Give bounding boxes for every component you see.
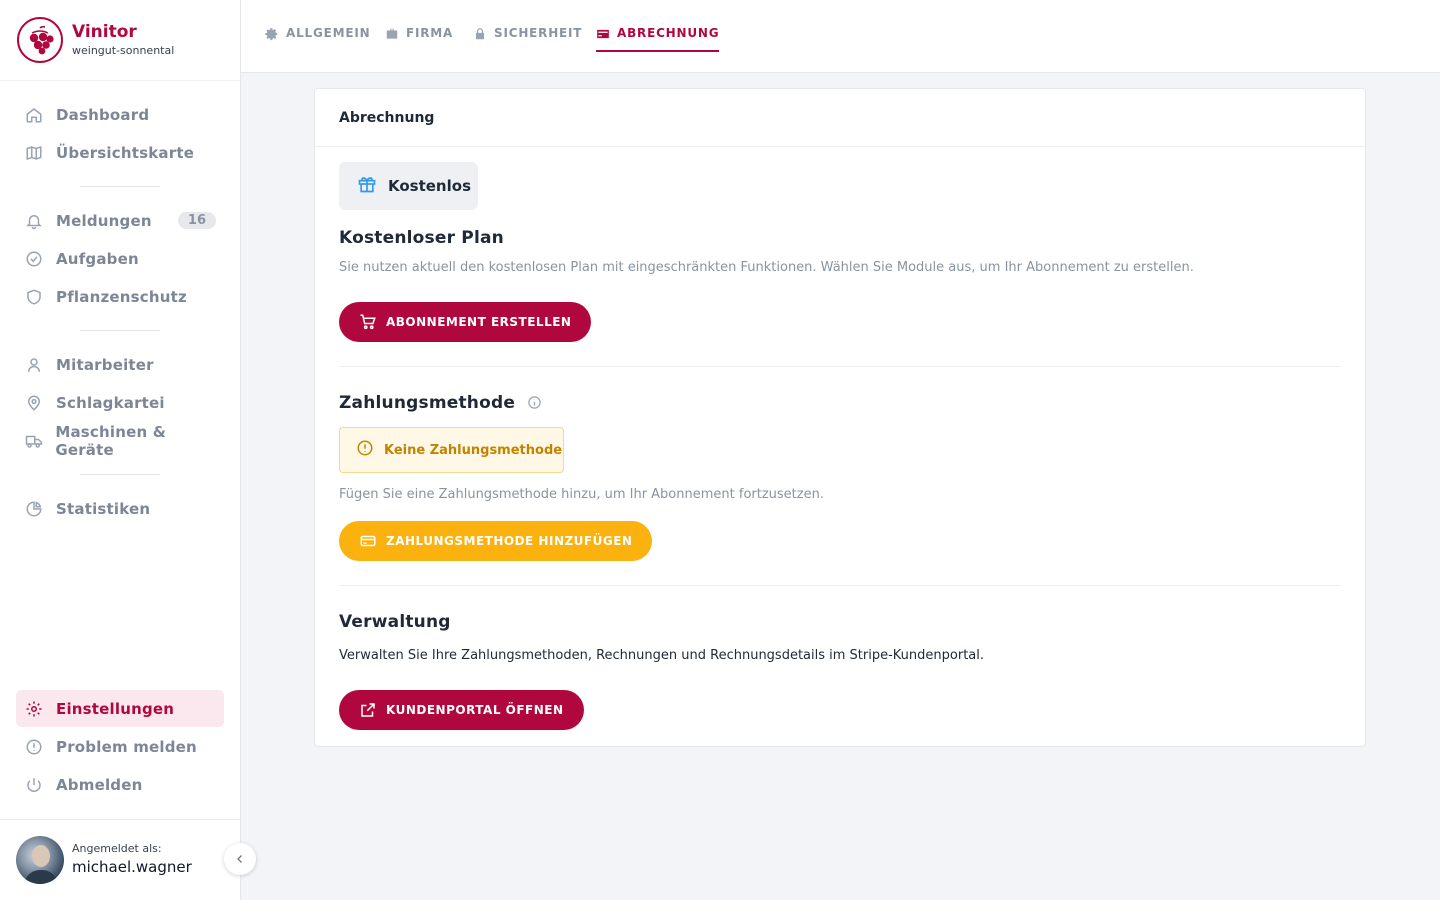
button-label: ZAHLUNGSMETHODE HINZUFÜGEN: [386, 534, 633, 548]
nav-notifications[interactable]: Meldungen 16: [16, 202, 224, 239]
power-icon: [24, 775, 44, 795]
credit-card-icon: [596, 27, 610, 41]
nav-label: Aufgaben: [56, 249, 139, 268]
workspace-name: weingut-sonnental: [72, 43, 175, 57]
check-circle-icon: [24, 249, 44, 269]
chevron-left-icon: [234, 850, 246, 869]
payment-description: Fügen Sie eine Zahlungsmethode hinzu, um…: [339, 487, 824, 502]
briefcase-icon: [385, 27, 399, 41]
gear-icon: [265, 27, 279, 41]
brand[interactable]: Vinitor weingut-sonnental: [0, 0, 240, 81]
no-payment-method-alert: Keine Zahlungsmethode: [339, 427, 564, 473]
settings-tabs: ALLGEMEIN FIRMA SICHERHEIT ABRECHNUNG: [241, 0, 1440, 73]
tab-security[interactable]: SICHERHEIT: [473, 26, 582, 52]
nav-report-problem[interactable]: Problem melden: [16, 728, 224, 765]
avatar: [16, 836, 64, 884]
user-panel[interactable]: Angemeldet als: michael.wagner: [0, 819, 240, 900]
alert-circle-icon: [356, 439, 374, 461]
credit-card-icon: [359, 532, 377, 550]
nav-tasks[interactable]: Aufgaben: [16, 240, 224, 277]
nav-label: Übersichtskarte: [56, 143, 195, 162]
user-label: Angemeldet als:: [72, 842, 162, 855]
section-divider: [339, 585, 1341, 586]
nav-dashboard[interactable]: Dashboard: [16, 96, 224, 133]
nav-machines[interactable]: Maschinen & Geräte: [16, 422, 224, 459]
plan-chip-label: Kostenlos: [388, 177, 471, 195]
external-link-icon: [359, 701, 377, 719]
nav-label: Maschinen & Geräte: [55, 422, 167, 459]
plan-title: Kostenloser Plan: [339, 228, 504, 248]
alert-circle-icon: [24, 737, 44, 757]
button-label: KUNDENPORTAL ÖFFNEN: [386, 703, 564, 717]
pie-chart-icon: [24, 499, 44, 519]
plan-description: Sie nutzen aktuell den kostenlosen Plan …: [339, 260, 1194, 275]
nav-statistics[interactable]: Statistiken: [16, 490, 224, 527]
current-plan-chip: Kostenlos: [339, 162, 478, 210]
nav-label: Pflanzenschutz: [56, 287, 187, 306]
nav-label: Statistiken: [56, 499, 151, 518]
payment-title-text: Zahlungsmethode: [339, 393, 516, 413]
nav-label: Abmelden: [56, 775, 143, 794]
button-label: ABONNEMENT ERSTELLEN: [386, 315, 572, 329]
create-subscription-button[interactable]: ABONNEMENT ERSTELLEN: [339, 302, 592, 342]
tab-label: ALLGEMEIN: [286, 26, 371, 40]
gift-icon: [357, 174, 377, 198]
truck-icon: [24, 431, 43, 451]
alert-text: Keine Zahlungsmethode: [384, 442, 563, 458]
card-title: Abrechnung: [315, 89, 1365, 147]
nav-label: Dashboard: [56, 105, 150, 124]
nav-label: Einstellungen: [56, 699, 175, 718]
nav-logout[interactable]: Abmelden: [16, 766, 224, 803]
nav-divider: [80, 330, 160, 331]
collapse-sidebar-button[interactable]: [224, 843, 256, 875]
gear-icon: [24, 699, 44, 719]
home-icon: [24, 105, 44, 125]
notification-count-badge: 16: [177, 212, 216, 229]
nav-label: Schlagkartei: [56, 393, 165, 412]
billing-card: Abrechnung Kostenlos Kostenloser Plan Si…: [314, 88, 1366, 747]
section-divider: [339, 366, 1341, 367]
app-name: Vinitor: [72, 21, 137, 42]
main-nav: Dashboard Übersichtskarte Meldungen 16 A…: [16, 96, 224, 528]
add-payment-method-button[interactable]: ZAHLUNGSMETHODE HINZUFÜGEN: [339, 521, 653, 561]
payment-method-title: Zahlungsmethode: [339, 393, 542, 415]
map-icon: [24, 143, 44, 163]
user-name: michael.wagner: [72, 858, 192, 876]
sidebar: Vinitor weingut-sonnental Dashboard Über…: [0, 0, 241, 900]
tab-label: ABRECHNUNG: [617, 26, 720, 40]
bell-icon: [24, 211, 44, 231]
nav-divider: [80, 186, 160, 187]
nav-label: Mitarbeiter: [56, 355, 154, 374]
nav-overview-map[interactable]: Übersichtskarte: [16, 134, 224, 171]
open-customer-portal-button[interactable]: KUNDENPORTAL ÖFFNEN: [339, 690, 584, 730]
tab-company[interactable]: FIRMA: [385, 26, 453, 52]
tab-label: SICHERHEIT: [494, 26, 583, 40]
nav-label: Meldungen: [56, 211, 152, 230]
tab-label: FIRMA: [406, 26, 454, 40]
info-icon[interactable]: [527, 395, 542, 415]
nav-label: Problem melden: [56, 737, 197, 756]
grape-logo-icon: [17, 17, 63, 63]
management-title: Verwaltung: [339, 612, 451, 632]
nav-divider: [80, 474, 160, 475]
cart-icon: [359, 313, 377, 331]
nav-plant-protection[interactable]: Pflanzenschutz: [16, 278, 224, 315]
tab-billing[interactable]: ABRECHNUNG: [596, 26, 720, 52]
nav-employees[interactable]: Mitarbeiter: [16, 346, 224, 383]
management-description: Verwalten Sie Ihre Zahlungsmethoden, Rec…: [339, 648, 985, 663]
user-icon: [24, 355, 44, 375]
nav-settings[interactable]: Einstellungen: [16, 690, 224, 727]
lock-icon: [473, 27, 487, 41]
shield-icon: [24, 287, 44, 307]
tab-general[interactable]: ALLGEMEIN: [265, 26, 370, 52]
nav-field-register[interactable]: Schlagkartei: [16, 384, 224, 421]
map-pin-icon: [24, 393, 44, 413]
bottom-nav: Einstellungen Problem melden Abmelden: [16, 690, 224, 804]
